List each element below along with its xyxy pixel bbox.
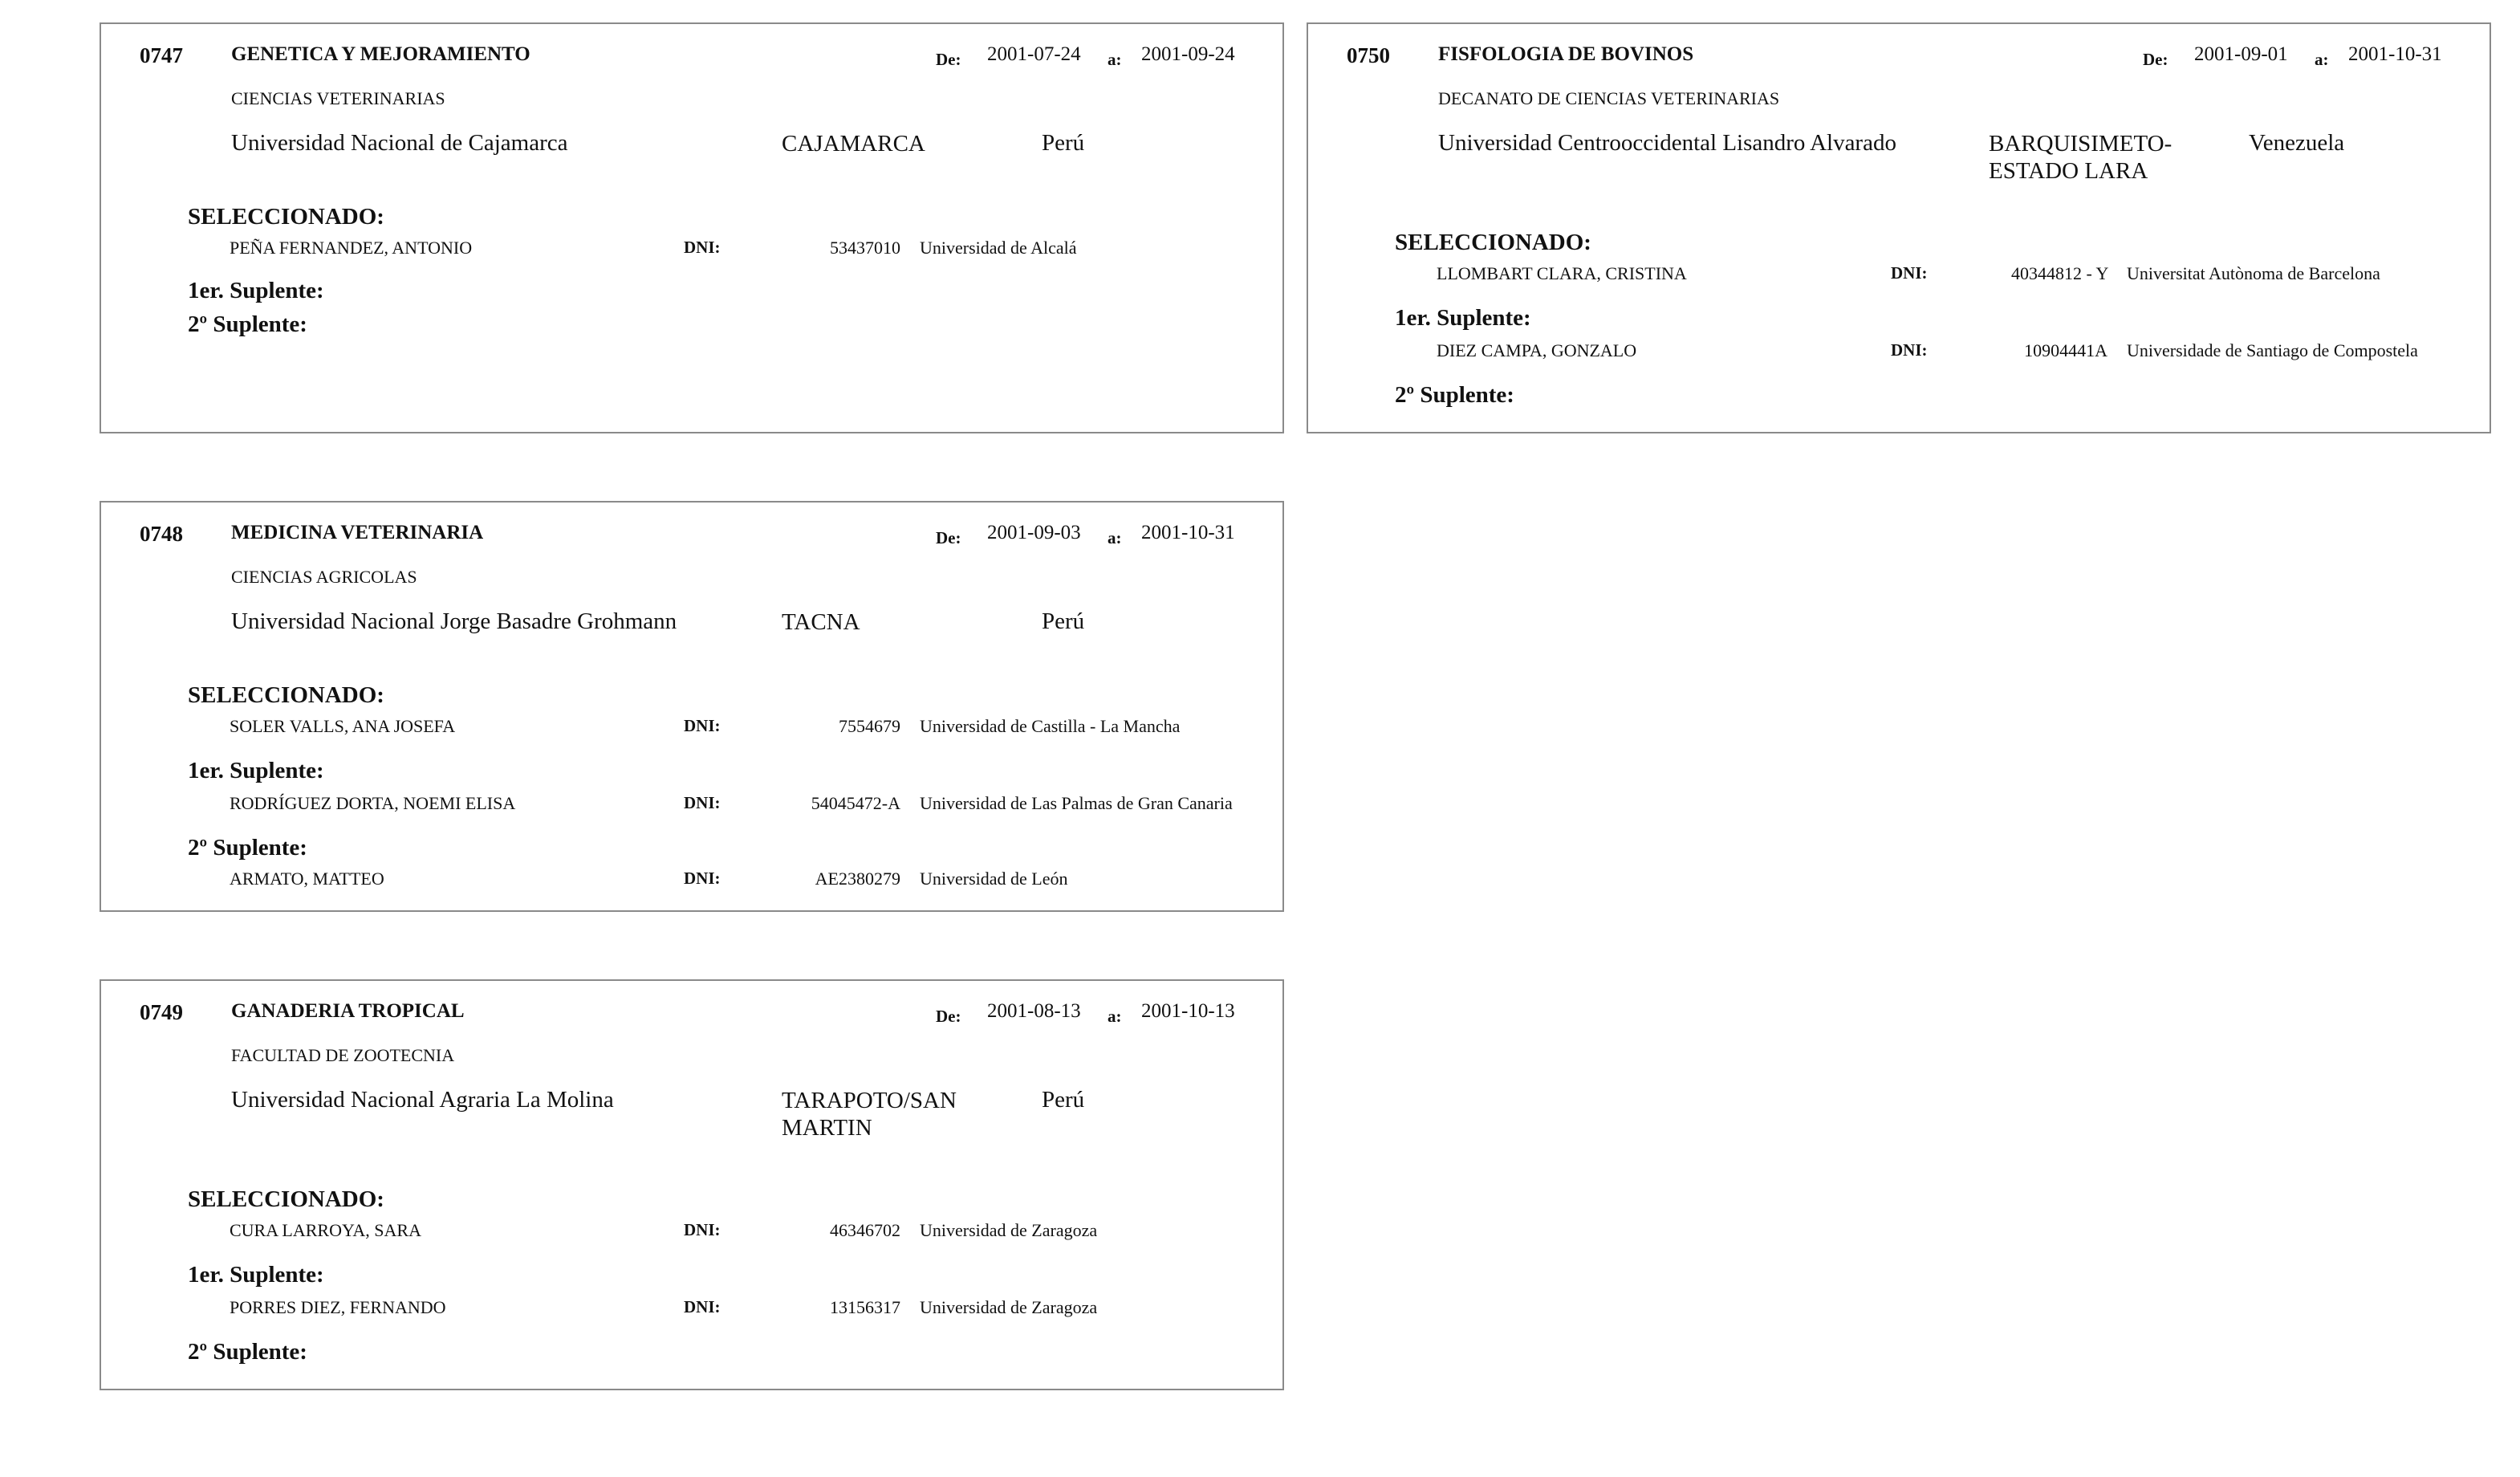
city-line-1: TARAPOTO/SAN [782,1088,957,1113]
city-line-1: BARQUISIMETO- [1989,131,2172,157]
card-title: FISFOLOGIA DE BOVINOS [1438,43,1694,65]
city: BARQUISIMETO- ESTADO LARA [1989,130,2172,185]
suplente1-name: RODRÍGUEZ DORTA, NOEMI ELISA [230,793,516,813]
seleccionado-university: Universidad de Alcalá [920,238,1077,258]
dni-label: DNI: [684,793,721,812]
host-university: Universidad Nacional de Cajamarca [231,130,568,156]
suplente2-university: Universidad de León [920,869,1068,889]
country: Perú [1042,608,1085,634]
date-from-label: De: [936,50,961,69]
card-code: 0750 [1347,43,1390,67]
suplente2-label: 2º Suplente: [188,311,307,337]
seleccionado-university: Universidad de Castilla - La Mancha [920,716,1181,736]
seleccionado-name: CURA LARROYA, SARA [230,1220,421,1240]
dni-label: DNI: [1891,340,1928,360]
seleccionado-label: SELECCIONADO: [1395,230,1591,255]
date-from: 2001-07-24 [987,43,1081,65]
date-to: 2001-10-13 [1141,1000,1235,1022]
seleccionado-dni: 46346702 [830,1220,900,1240]
seleccionado-university: Universitat Autònoma de Barcelona [2127,263,2380,283]
dni-label: DNI: [684,238,721,257]
suplente1-dni: 10904441A [2024,340,2107,360]
suplente2-name: ARMATO, MATTEO [230,869,384,889]
seleccionado-name: PEÑA FERNANDEZ, ANTONIO [230,238,473,258]
suplente2-label: 2º Suplente: [188,1339,307,1365]
card-title: MEDICINA VETERINARIA [231,522,484,543]
dni-label: DNI: [684,1220,721,1239]
date-from-label: De: [2143,50,2168,69]
country: Perú [1042,130,1085,156]
city-line-2: MARTIN [782,1115,872,1141]
date-to: 2001-10-31 [2348,43,2442,65]
date-from: 2001-09-01 [2194,43,2288,65]
date-to-label: a: [1108,1007,1122,1026]
card-0747: 0747 GENETICA Y MEJORAMIENTO De: 2001-07… [100,22,1284,433]
faculty: CIENCIAS AGRICOLAS [231,567,417,587]
suplente1-university: Universidad de Zaragoza [920,1297,1098,1317]
seleccionado-dni: 7554679 [839,716,900,736]
date-from: 2001-08-13 [987,1000,1081,1022]
host-university: Universidad Nacional Agraria La Molina [231,1087,614,1113]
host-university: Universidad Centrooccidental Lisandro Al… [1438,130,1896,156]
city: TACNA [782,609,860,635]
city-line-2: ESTADO LARA [1989,158,2148,184]
date-from: 2001-09-03 [987,522,1081,543]
country: Perú [1042,1087,1085,1113]
faculty: FACULTAD DE ZOOTECNIA [231,1045,455,1065]
dni-label: DNI: [684,716,721,735]
suplente1-dni: 13156317 [830,1297,900,1317]
suplente1-university: Universidad de Las Palmas de Gran Canari… [920,793,1233,813]
suplente1-dni: 54045472-A [811,793,900,813]
date-from-label: De: [936,1007,961,1026]
seleccionado-dni: 40344812 - Y [2011,263,2109,283]
card-code: 0748 [140,522,183,546]
country: Venezuela [2249,130,2345,156]
dni-label: DNI: [684,1297,721,1316]
suplente1-label: 1er. Suplente: [188,278,324,303]
date-from-label: De: [936,528,961,547]
card-title: GANADERIA TROPICAL [231,1000,465,1022]
suplente2-label: 2º Suplente: [1395,382,1514,408]
date-to: 2001-09-24 [1141,43,1235,65]
seleccionado-label: SELECCIONADO: [188,204,384,230]
date-to-label: a: [1108,50,1122,69]
card-code: 0749 [140,1000,183,1024]
seleccionado-name: SOLER VALLS, ANA JOSEFA [230,716,456,736]
faculty: DECANATO DE CIENCIAS VETERINARIAS [1438,88,1780,108]
seleccionado-dni: 53437010 [830,238,900,258]
card-0750: 0750 FISFOLOGIA DE BOVINOS De: 2001-09-0… [1307,22,2491,433]
seleccionado-university: Universidad de Zaragoza [920,1220,1098,1240]
city: TARAPOTO/SAN MARTIN [782,1087,957,1141]
suplente2-label: 2º Suplente: [188,835,307,861]
card-0749: 0749 GANADERIA TROPICAL De: 2001-08-13 a… [100,979,1284,1390]
faculty: CIENCIAS VETERINARIAS [231,88,445,108]
seleccionado-label: SELECCIONADO: [188,1186,384,1212]
suplente1-label: 1er. Suplente: [1395,305,1531,331]
seleccionado-label: SELECCIONADO: [188,682,384,708]
date-to: 2001-10-31 [1141,522,1235,543]
dni-label: DNI: [684,869,721,888]
suplente1-university: Universidade de Santiago de Compostela [2127,340,2418,360]
host-university: Universidad Nacional Jorge Basadre Grohm… [231,608,677,634]
suplente1-label: 1er. Suplente: [188,1262,324,1288]
date-to-label: a: [1108,528,1122,547]
date-to-label: a: [2315,50,2329,69]
seleccionado-name: LLOMBART CLARA, CRISTINA [1437,263,1687,283]
dni-label: DNI: [1891,263,1928,283]
card-0748: 0748 MEDICINA VETERINARIA De: 2001-09-03… [100,501,1284,912]
card-title: GENETICA Y MEJORAMIENTO [231,43,530,65]
suplente1-label: 1er. Suplente: [188,758,324,783]
card-code: 0747 [140,43,183,67]
city: CAJAMARCA [782,131,925,157]
suplente1-name: DIEZ CAMPA, GONZALO [1437,340,1637,360]
suplente1-name: PORRES DIEZ, FERNANDO [230,1297,446,1317]
suplente2-dni: AE2380279 [815,869,900,889]
